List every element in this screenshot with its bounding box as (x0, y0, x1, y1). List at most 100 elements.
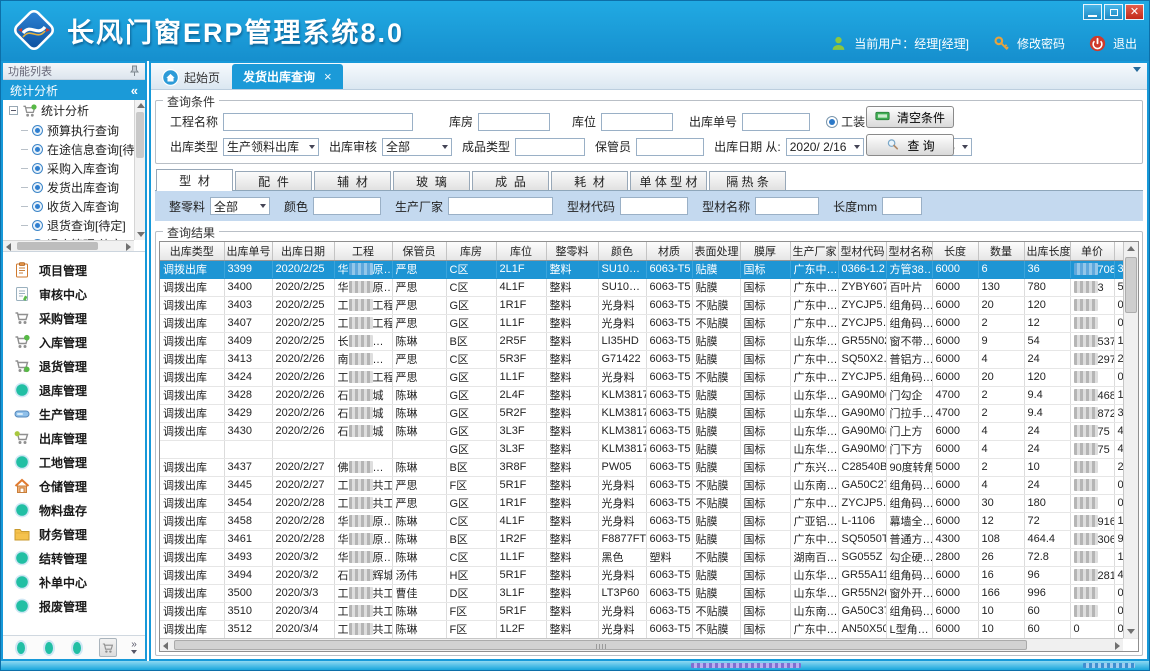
length-input[interactable] (882, 197, 922, 215)
maximize-button[interactable] (1104, 4, 1123, 20)
column-header[interactable]: 库位 (496, 242, 546, 260)
table-row[interactable]: 调拨出库34452020/2/27工共工程严思F区5R1F整料光身料6063-T… (160, 476, 1139, 494)
tab-list-dropdown[interactable] (1133, 72, 1141, 86)
sidebar-menu-item[interactable]: 仓储管理 (3, 474, 145, 498)
material-tab[interactable]: 单 体 型 材 (630, 171, 707, 190)
table-row[interactable]: 调拨出库34002020/2/25华原…严思C区4L1F整料SU10…6063-… (160, 278, 1139, 296)
stats-section-bar[interactable]: 统计分析 « (3, 80, 145, 100)
table-row[interactable]: 调拨出库34582020/2/28华原…陈琳C区4L1F整料光身料6063-T5… (160, 512, 1139, 530)
tree-item[interactable]: 预算执行查询 (3, 121, 145, 140)
sidebar-menu-item[interactable]: 审核中心 (3, 282, 145, 306)
collapse-icon[interactable]: « (131, 83, 138, 98)
tab-shipping-outbound-query[interactable]: 发货出库查询 × (232, 64, 343, 89)
table-row[interactable]: 调拨出库34242020/2/26工工程严思G区1L1F整料光身料6063-T5… (160, 368, 1139, 386)
column-header[interactable]: 数量 (978, 242, 1024, 260)
location-input[interactable] (601, 113, 673, 131)
material-tab[interactable]: 玻 璃 (393, 171, 470, 190)
column-header[interactable]: 单价 (1070, 242, 1114, 260)
table-row[interactable]: 调拨出库34092020/2/25长…陈琳B区2R5F整料LI35HD6063-… (160, 332, 1139, 350)
table-row[interactable]: 调拨出库33992020/2/25华原…严思C区2L1F整料SU10…6063-… (160, 260, 1139, 278)
keeper-input[interactable] (636, 138, 704, 156)
sidebar-menu-item[interactable]: 退库管理 (3, 378, 145, 402)
table-row[interactable]: 调拨出库34542020/2/28工共工程严思G区1R1F整料光身料6063-T… (160, 494, 1139, 512)
column-header[interactable]: 库房 (446, 242, 496, 260)
sidebar-menu-item[interactable]: 采购管理 (3, 306, 145, 330)
change-password-link[interactable]: 修改密码 (1017, 35, 1065, 52)
profile-name-input[interactable] (755, 197, 819, 215)
material-tab[interactable]: 耗 材 (551, 171, 628, 190)
material-tab[interactable]: 成 品 (472, 171, 549, 190)
scroll-right-icon[interactable] (126, 243, 131, 251)
tree-vertical-scrollbar[interactable] (134, 100, 145, 240)
sidebar-menu-item[interactable]: 项目管理 (3, 258, 145, 282)
table-row[interactable]: 调拨出库34372020/2/27佛…陈琳B区3R8F整料PW056063-T5… (160, 458, 1139, 476)
clear-conditions-button[interactable]: 清空条件 (866, 106, 954, 128)
table-row[interactable]: 调拨出库34072020/2/25工工程严思G区1L1F整料光身料6063-T5… (160, 314, 1139, 332)
warehouse-input[interactable] (478, 113, 550, 131)
table-horizontal-scrollbar[interactable] (160, 638, 1123, 651)
scroll-down-icon[interactable] (137, 232, 145, 237)
sidebar-menu-item[interactable]: 物料盘存 (3, 498, 145, 522)
order-no-input[interactable] (742, 113, 810, 131)
minimize-button[interactable] (1083, 4, 1102, 20)
column-header[interactable]: 膜厚 (740, 242, 790, 260)
column-header[interactable]: 长度 (932, 242, 978, 260)
tree-expander-icon[interactable] (9, 106, 18, 115)
material-tab[interactable]: 型 材 (156, 169, 233, 191)
scroll-up-icon[interactable] (1127, 246, 1135, 251)
tree-item[interactable]: 在途信息查询[待 (3, 140, 145, 159)
search-button[interactable]: 查 询 (866, 134, 954, 156)
table-row[interactable]: 调拨出库34942020/3/2石辉城汤伟H区5R1F整料光身料6063-T5贴… (160, 566, 1139, 584)
close-tab-icon[interactable]: × (324, 69, 332, 84)
column-header[interactable]: 生产厂家 (790, 242, 838, 260)
table-row[interactable]: 调拨出库34132020/2/26南…严思C区5R3F整料G714226063-… (160, 350, 1139, 368)
sidebar-menu-item[interactable]: 出库管理 (3, 426, 145, 450)
scroll-thumb[interactable] (1125, 257, 1137, 313)
scroll-up-icon[interactable] (137, 103, 145, 108)
tree-root-node[interactable]: 统计分析 (3, 100, 145, 121)
color-input[interactable] (313, 197, 381, 215)
column-header[interactable]: 保管员 (392, 242, 446, 260)
table-row[interactable]: 调拨出库34932020/3/2华原…陈琳C区1L1F整料黑色塑料不贴膜国标湖南… (160, 548, 1139, 566)
scroll-right-icon[interactable] (1115, 642, 1120, 650)
cart-button[interactable] (99, 638, 117, 657)
table-row[interactable]: 调拨出库35102020/3/4工共工程陈琳F区5R1F整料光身料6063-T5… (160, 602, 1139, 620)
column-header[interactable]: 整零料 (546, 242, 598, 260)
project-name-input[interactable] (223, 113, 413, 131)
material-tab[interactable]: 辅 材 (314, 171, 391, 190)
material-tab[interactable]: 隔 热 条 (709, 171, 786, 190)
sidebar-menu-item[interactable]: 生产管理 (3, 402, 145, 426)
more-options-button[interactable]: » (131, 641, 137, 654)
column-header[interactable]: 工程 (334, 242, 392, 260)
tree-horizontal-scrollbar[interactable] (3, 240, 134, 251)
whole-part-select[interactable]: 全部 (210, 197, 270, 215)
profile-code-input[interactable] (620, 197, 688, 215)
sidebar-menu-item[interactable]: 财务管理 (3, 522, 145, 546)
column-header[interactable]: 材质 (646, 242, 692, 260)
sidebar-menu-item[interactable]: 退货管理 (3, 354, 145, 378)
table-row[interactable]: 调拨出库35122020/3/4工共工程陈琳F区1L2F整料光身料6063-T5… (160, 620, 1139, 638)
product-type-input[interactable] (515, 138, 585, 156)
table-row[interactable]: 调拨出库35002020/3/3工共工程曹佳D区3L1F整料LT3P606063… (160, 584, 1139, 602)
scroll-thumb[interactable] (174, 640, 1027, 650)
scroll-thumb[interactable] (17, 242, 98, 250)
circle-icon[interactable] (17, 642, 25, 654)
column-header[interactable]: 出库单号 (224, 242, 272, 260)
tree-item[interactable]: 收货入库查询 (3, 197, 145, 216)
tree-item[interactable]: 发货出库查询 (3, 178, 145, 197)
column-header[interactable]: 型材代码 (838, 242, 886, 260)
scroll-left-icon[interactable] (6, 243, 11, 251)
date-from-select[interactable]: 2020/ 2/16 (786, 138, 864, 156)
sidebar-menu-item[interactable]: 结转管理 (3, 546, 145, 570)
column-header[interactable]: 出库类型 (160, 242, 224, 260)
tree-item[interactable]: 退货查询[待定] (3, 216, 145, 235)
sidebar-menu-item[interactable]: 补单中心 (3, 570, 145, 594)
table-row[interactable]: 调拨出库34292020/2/26石城陈琳G区5R2F整料KLM38176063… (160, 404, 1139, 422)
pin-icon[interactable] (129, 65, 140, 77)
table-row[interactable]: 调拨出库34282020/2/26石城陈琳G区2L4F整料KLM38176063… (160, 386, 1139, 404)
maker-input[interactable] (448, 197, 553, 215)
audit-select[interactable]: 全部 (382, 138, 452, 156)
scroll-down-icon[interactable] (1127, 629, 1135, 634)
table-row[interactable]: 调拨出库34032020/2/25工工程严思G区1R1F整料光身料6063-T5… (160, 296, 1139, 314)
logout-link[interactable]: 退出 (1113, 35, 1137, 52)
